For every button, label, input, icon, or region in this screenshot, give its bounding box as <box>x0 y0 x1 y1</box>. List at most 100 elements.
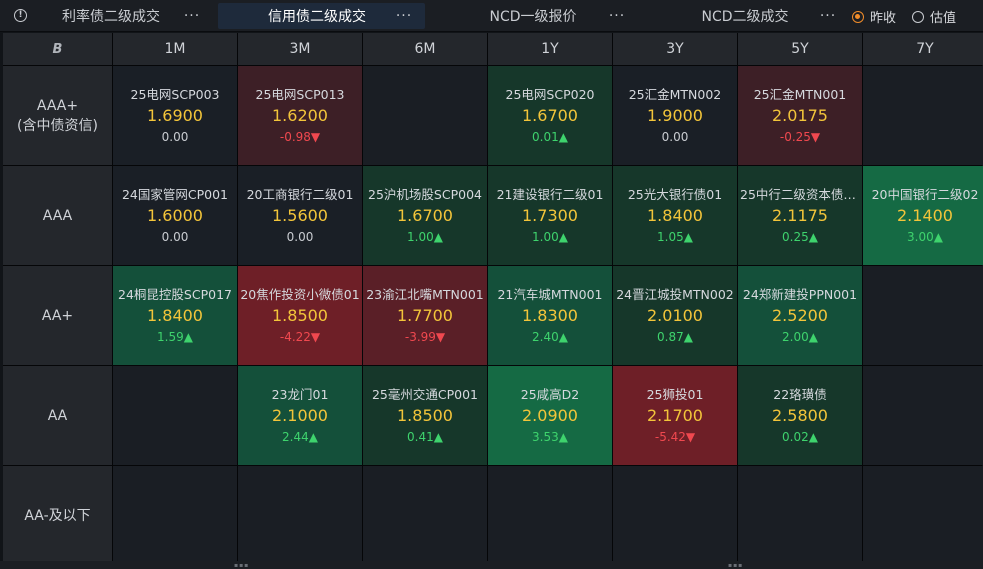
bond-cell[interactable]: 25咸高D2 2.0900 3.53▲ <box>488 366 612 465</box>
bond-cell[interactable]: 20中国银行二级02 2.1400 3.00▲ <box>863 166 983 265</box>
column-header-3y[interactable]: 3Y <box>613 33 737 65</box>
bond-yield: 1.8400 <box>647 205 703 225</box>
empty-cell <box>113 466 237 565</box>
tab-ncd-primary-quote[interactable]: NCD一级报价 <box>470 3 596 29</box>
bond-change: -0.98▼ <box>279 129 321 144</box>
tab-ncd-secondary-more-icon[interactable]: ··· <box>818 3 838 29</box>
empty-cell <box>238 466 362 565</box>
column-header-1m[interactable]: 1M <box>113 33 237 65</box>
bond-yield: 2.1400 <box>897 205 953 225</box>
bond-change: -3.99▼ <box>404 329 446 344</box>
bond-change: 0.02▲ <box>782 429 818 444</box>
bond-change: 1.59▲ <box>157 329 193 344</box>
bond-yield: 1.8500 <box>397 405 453 425</box>
row-header: AA+ <box>3 266 112 365</box>
column-header-3m[interactable]: 3M <box>238 33 362 65</box>
bond-cell[interactable]: 25光大银行债01 1.8400 1.05▲ <box>613 166 737 265</box>
tab-label: 信用债二级成交 <box>268 9 366 25</box>
tab-rate-bond-secondary[interactable]: 利率债二级成交 <box>48 3 174 29</box>
bond-cell[interactable]: 25电网SCP020 1.6700 0.01▲ <box>488 66 612 165</box>
bond-name: 24郑新建投PPN001 <box>742 286 858 302</box>
tab-label: NCD一级报价 <box>489 9 577 25</box>
resize-grip-icon[interactable]: ▪▪▪ <box>234 562 249 569</box>
bond-change: 1.05▲ <box>657 229 693 244</box>
bond-cell[interactable]: 21汽车城MTN001 1.8300 2.40▲ <box>488 266 612 365</box>
bond-change: 0.25▲ <box>782 229 818 244</box>
tab-credit-bond-more-icon[interactable]: ··· <box>394 3 414 29</box>
bond-name: 20中国银行二级02 <box>871 186 979 202</box>
bond-cell[interactable]: 24桐昆控股SCP017 1.8400 1.59▲ <box>113 266 237 365</box>
bond-yield: 2.5200 <box>772 305 828 325</box>
corner-cell: B <box>3 33 112 65</box>
column-header-6m[interactable]: 6M <box>363 33 487 65</box>
bond-yield: 1.6700 <box>522 105 578 125</box>
bond-yield: 1.8500 <box>272 305 328 325</box>
bond-cell[interactable]: 23龙门01 2.1000 2.44▲ <box>238 366 362 465</box>
row-rating-label: AAA <box>42 207 73 224</box>
bond-change: 1.00▲ <box>532 229 568 244</box>
bond-name: 25电网SCP013 <box>255 86 345 102</box>
bond-cell[interactable]: 24郑新建投PPN001 2.5200 2.00▲ <box>738 266 862 365</box>
row-rating-sublabel: (含中债资信) <box>17 117 98 134</box>
bond-cell[interactable]: 24晋江城投MTN002 2.0100 0.87▲ <box>613 266 737 365</box>
bond-cell[interactable]: 23渝江北嘴MTN001 1.7700 -3.99▼ <box>363 266 487 365</box>
column-header-7y[interactable]: 7Y <box>863 33 983 65</box>
bond-name: 25电网SCP020 <box>505 86 595 102</box>
bond-cell[interactable]: 25电网SCP003 1.6900 0.00 <box>113 66 237 165</box>
bond-change: 3.00▲ <box>907 229 943 244</box>
tab-ncd-primary-more-icon[interactable]: ··· <box>607 3 627 29</box>
resize-grip-icon[interactable]: ▪▪▪ <box>728 562 743 569</box>
radio-label: 估值 <box>930 11 957 26</box>
info-icon[interactable]: ! <box>14 9 27 22</box>
bond-change: 0.87▲ <box>657 329 693 344</box>
radio-circle-icon <box>912 10 924 23</box>
bond-yield: 2.1000 <box>272 405 328 425</box>
bond-yield: 1.6900 <box>147 105 203 125</box>
bond-cell[interactable]: 24国家管网CP001 1.6000 0.00 <box>113 166 237 265</box>
bond-name: 23龙门01 <box>271 386 329 402</box>
bond-cell[interactable]: 22珞璜债 2.5800 0.02▲ <box>738 366 862 465</box>
bond-cell[interactable]: 25汇金MTN001 2.0175 -0.25▼ <box>738 66 862 165</box>
bond-name: 22珞璜债 <box>773 386 827 402</box>
bond-name: 25汇金MTN001 <box>753 86 847 102</box>
bond-name: 25电网SCP003 <box>130 86 220 102</box>
bond-change: 0.00 <box>286 229 314 244</box>
empty-cell <box>613 466 737 565</box>
bond-yield: 1.9000 <box>647 105 703 125</box>
bond-name: 25汇金MTN002 <box>628 86 722 102</box>
bond-name: 25咸高D2 <box>520 386 580 402</box>
column-header-5y[interactable]: 5Y <box>738 33 862 65</box>
empty-cell <box>863 466 983 565</box>
bond-cell[interactable]: 25狮投01 2.1700 -5.42▼ <box>613 366 737 465</box>
bond-change: 3.53▲ <box>532 429 568 444</box>
bond-yield: 1.8300 <box>522 305 578 325</box>
bond-cell[interactable]: 20工商银行二级01 1.5600 0.00 <box>238 166 362 265</box>
tab-rate-bond-more-icon[interactable]: ··· <box>182 3 202 29</box>
bond-cell[interactable]: 25沪机场股SCP004 1.6700 1.00▲ <box>363 166 487 265</box>
bond-cell[interactable]: 20焦作投资小微债01 1.8500 -4.22▼ <box>238 266 362 365</box>
bond-yield: 2.5800 <box>772 405 828 425</box>
tab-ncd-secondary[interactable]: NCD二级成交 <box>682 3 808 29</box>
bond-change: 0.00 <box>661 129 689 144</box>
bond-name: 25狮投01 <box>646 386 704 402</box>
bond-name: 25沪机场股SCP004 <box>368 186 482 202</box>
empty-cell <box>363 66 487 165</box>
bond-cell[interactable]: 25中行二级资本债0... 2.1175 0.25▲ <box>738 166 862 265</box>
radio-prev-close[interactable]: 昨收 <box>852 7 896 26</box>
brand-logo-icon: B <box>52 41 63 57</box>
row-header: AAA <box>3 166 112 265</box>
bond-cell[interactable]: 25汇金MTN002 1.9000 0.00 <box>613 66 737 165</box>
radio-valuation[interactable]: 估值 <box>912 7 956 26</box>
bond-change: -4.22▼ <box>279 329 321 344</box>
bond-name: 21建设银行二级01 <box>496 186 604 202</box>
bond-cell[interactable]: 21建设银行二级01 1.7300 1.00▲ <box>488 166 612 265</box>
bond-name: 25光大银行债01 <box>627 186 723 202</box>
row-header: AAA+ (含中债资信) <box>3 66 112 165</box>
bond-change: 0.00 <box>161 129 189 144</box>
column-header-1y[interactable]: 1Y <box>488 33 612 65</box>
bond-yield: 2.0900 <box>522 405 578 425</box>
bond-cell[interactable]: 25电网SCP013 1.6200 -0.98▼ <box>238 66 362 165</box>
bottom-resize-bar[interactable]: ▪▪▪ ▪▪▪ <box>0 561 983 569</box>
bond-name: 23渝江北嘴MTN001 <box>366 286 484 302</box>
bond-cell[interactable]: 25毫州交通CP001 1.8500 0.41▲ <box>363 366 487 465</box>
